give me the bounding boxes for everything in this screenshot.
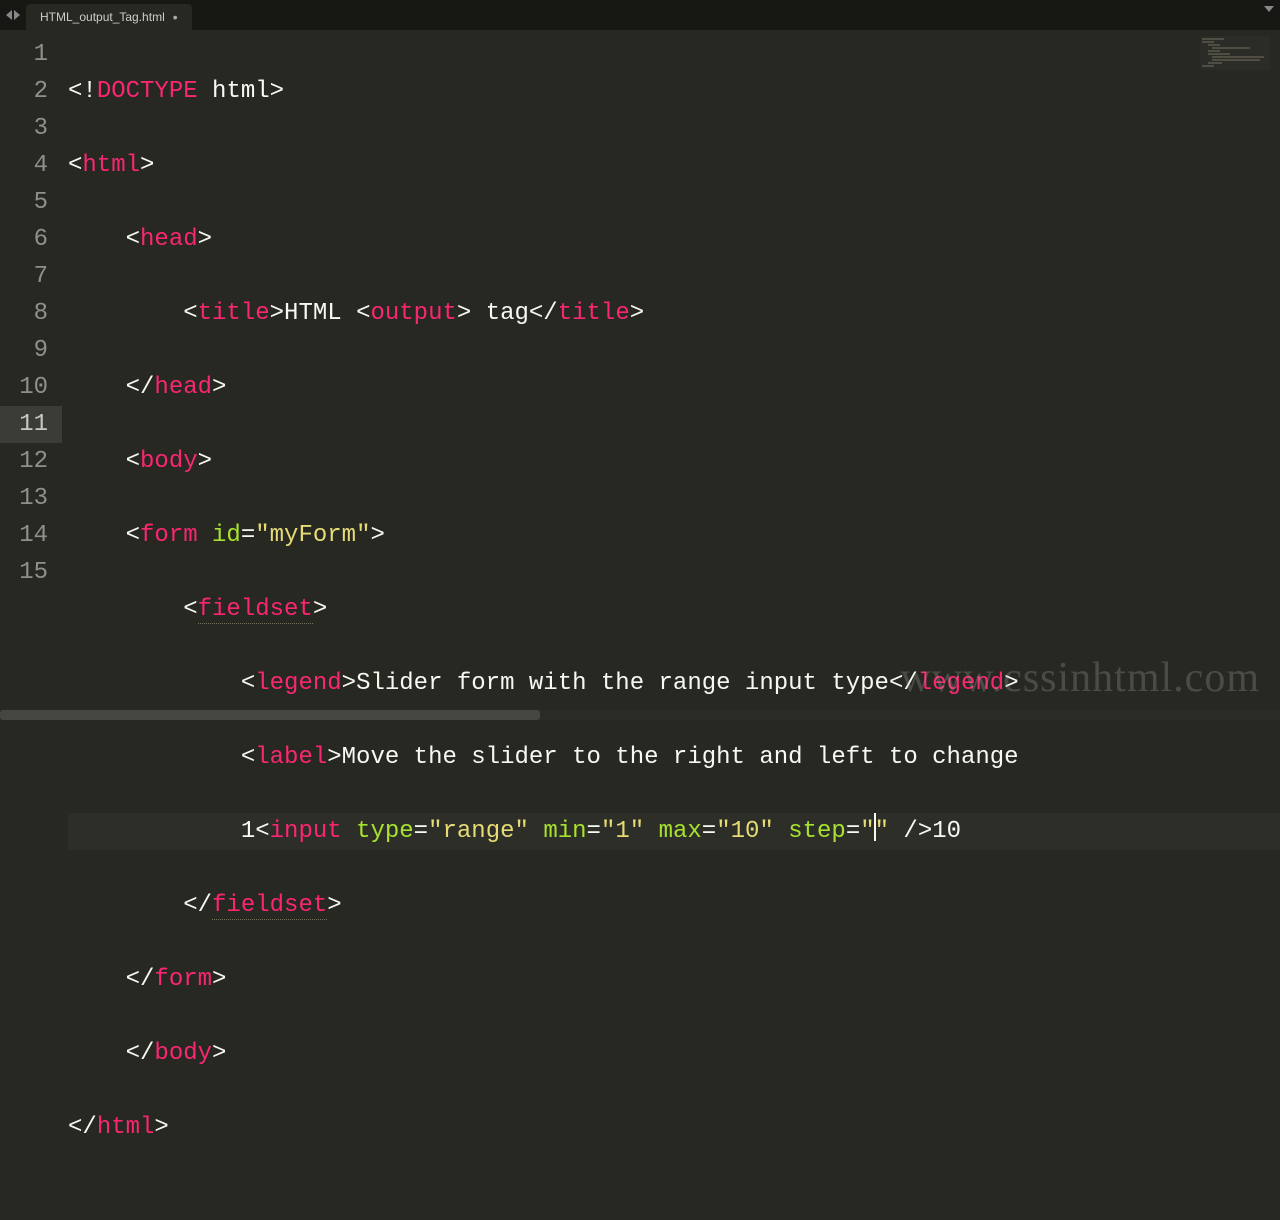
code-line: </fieldset> [68,887,1280,924]
code-line: <label>Move the slider to the right and … [68,739,1280,776]
back-icon[interactable] [6,10,12,20]
line-number[interactable]: 13 [0,480,62,517]
line-number[interactable]: 1 [0,36,62,73]
line-number[interactable]: 11 [0,406,62,443]
code-area[interactable]: <!DOCTYPE html> <html> <head> <title>HTM… [62,30,1280,710]
code-line: <title>HTML <output> tag</title> [68,295,1280,332]
tab-menu-icon[interactable] [1264,6,1274,12]
code-line: </form> [68,961,1280,998]
line-number[interactable]: 4 [0,147,62,184]
text-cursor [874,813,876,841]
code-line: <html> [68,147,1280,184]
line-number[interactable]: 7 [0,258,62,295]
line-number[interactable]: 3 [0,110,62,147]
code-line: </head> [68,369,1280,406]
line-number[interactable]: 8 [0,295,62,332]
editor: 1 2 3 4 5 6 7 8 9 10 11 12 13 14 15 <!DO… [0,30,1280,710]
line-number[interactable]: 2 [0,73,62,110]
code-line: <body> [68,443,1280,480]
line-number[interactable]: 10 [0,369,62,406]
line-number[interactable]: 5 [0,184,62,221]
code-line: </html> [68,1109,1280,1146]
code-line: <fieldset> [68,591,1280,628]
line-number[interactable]: 15 [0,554,62,591]
code-line: <head> [68,221,1280,258]
dirty-indicator-icon: • [173,9,178,25]
minimap[interactable] [1200,36,1270,70]
code-line: 1<input type="range" min="1" max="10" st… [68,813,1280,850]
tab-title: HTML_output_Tag.html [40,10,165,24]
code-line: <!DOCTYPE html> [68,73,1280,110]
scrollbar-thumb[interactable] [0,710,540,720]
line-number[interactable]: 9 [0,332,62,369]
line-number[interactable]: 12 [0,443,62,480]
forward-icon[interactable] [14,10,20,20]
file-tab[interactable]: HTML_output_Tag.html • [26,4,192,30]
code-line: </body> [68,1035,1280,1072]
tab-bar: HTML_output_Tag.html • [0,0,1280,30]
line-number[interactable]: 6 [0,221,62,258]
code-line: <form id="myForm"> [68,517,1280,554]
tab-history-arrows [0,0,26,30]
line-number[interactable]: 14 [0,517,62,554]
watermark: www.cssinhtml.com [900,654,1260,702]
horizontal-scrollbar[interactable] [0,710,1280,720]
gutter: 1 2 3 4 5 6 7 8 9 10 11 12 13 14 15 [0,30,62,710]
